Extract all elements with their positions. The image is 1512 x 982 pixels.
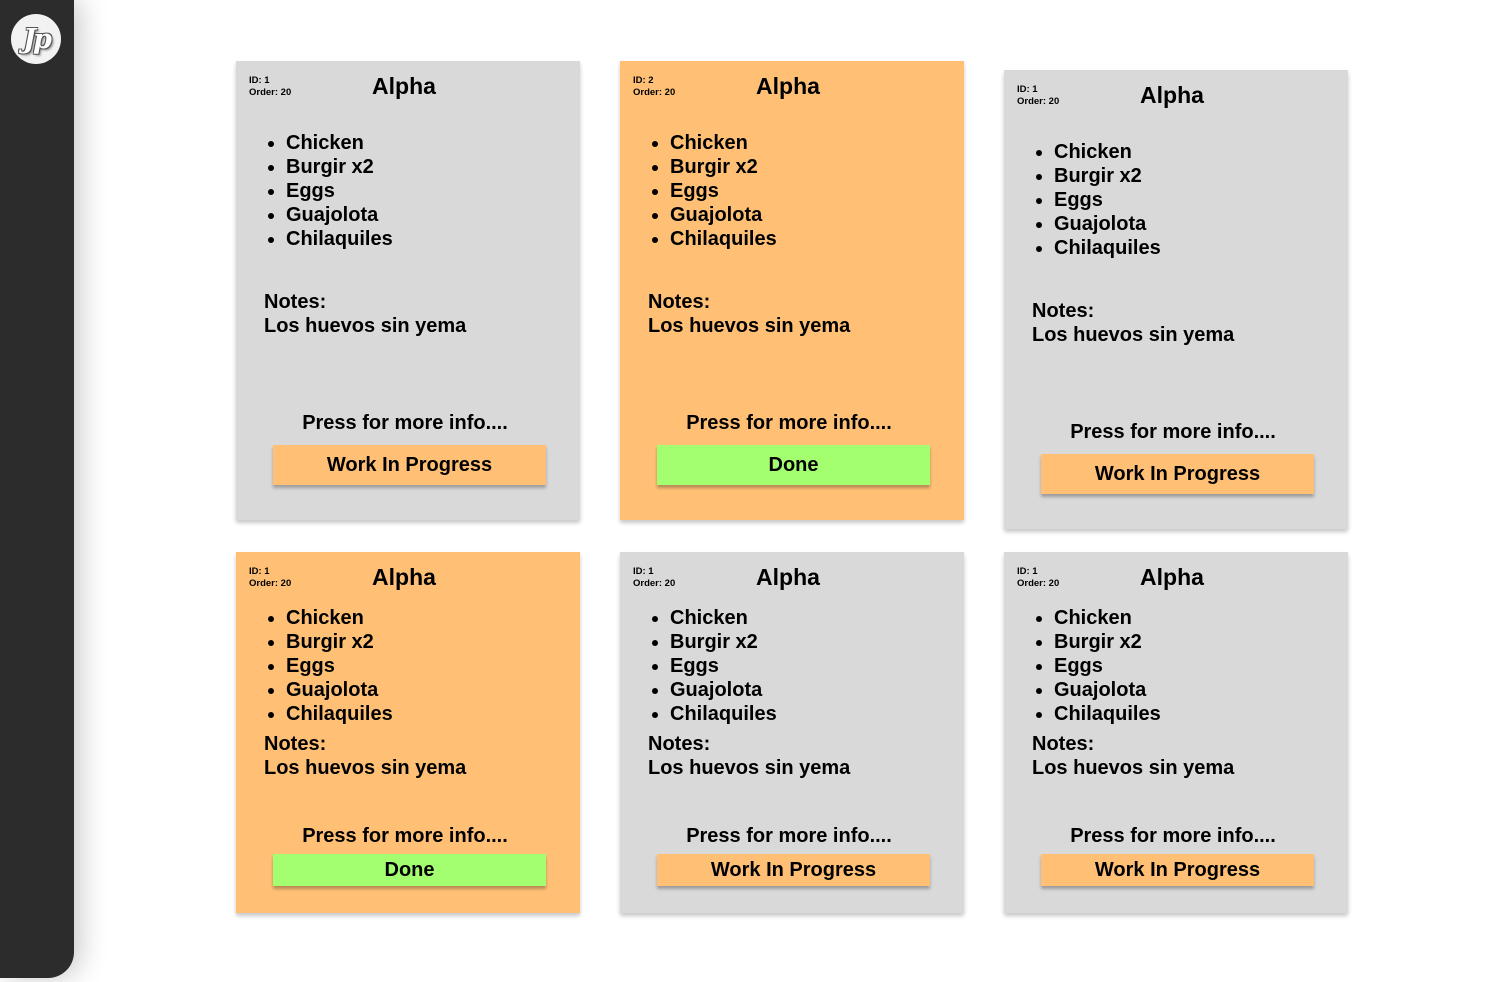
list-item: Chilaquiles [670, 227, 777, 251]
notes-section: Notes: Los huevos sin yema [648, 732, 850, 780]
more-info-link[interactable]: Press for more info.... [236, 825, 574, 848]
list-item: Burgir x2 [286, 630, 393, 654]
notes-label: Notes: [264, 733, 327, 755]
list-item: Chilaquiles [1054, 702, 1161, 726]
order-card[interactable]: ID: 1 Order: 20 Alpha Chicken Burgir x2 … [1004, 552, 1348, 913]
list-item: Eggs [670, 179, 777, 203]
list-item: Chilaquiles [1054, 236, 1161, 260]
notes-section: Notes: Los huevos sin yema [1032, 732, 1234, 780]
status-button[interactable]: Done [657, 445, 930, 485]
notes-text: Los huevos sin yema [1032, 324, 1235, 346]
notes-text: Los huevos sin yema [1032, 757, 1235, 779]
order-items-list: Chicken Burgir x2 Eggs Guajolota Chilaqu… [264, 606, 393, 726]
list-item: Chicken [1054, 140, 1161, 164]
list-item: Guajolota [286, 678, 393, 702]
list-item: Chilaquiles [670, 702, 777, 726]
status-button[interactable]: Work In Progress [657, 854, 930, 886]
list-item: Burgir x2 [670, 155, 777, 179]
list-item: Chilaquiles [286, 702, 393, 726]
order-card[interactable]: ID: 1 Order: 20 Alpha Chicken Burgir x2 … [1004, 70, 1348, 529]
status-button[interactable]: Done [273, 854, 546, 886]
list-item: Eggs [1054, 188, 1161, 212]
order-card[interactable]: ID: 1 Order: 20 Alpha Chicken Burgir x2 … [236, 552, 580, 913]
list-item: Eggs [1054, 654, 1161, 678]
notes-label: Notes: [648, 291, 711, 313]
status-button[interactable]: Work In Progress [1041, 454, 1314, 494]
notes-section: Notes: Los huevos sin yema [264, 290, 466, 338]
more-info-link[interactable]: Press for more info.... [1004, 421, 1342, 444]
order-items-list: Chicken Burgir x2 Eggs Guajolota Chilaqu… [648, 131, 777, 251]
notes-text: Los huevos sin yema [648, 757, 851, 779]
order-items-list: Chicken Burgir x2 Eggs Guajolota Chilaqu… [1032, 606, 1161, 726]
list-item: Chilaquiles [286, 227, 393, 251]
more-info-link[interactable]: Press for more info.... [620, 825, 958, 848]
list-item: Eggs [670, 654, 777, 678]
order-card[interactable]: ID: 1 Order: 20 Alpha Chicken Burgir x2 … [236, 61, 580, 520]
notes-section: Notes: Los huevos sin yema [1032, 299, 1234, 347]
notes-text: Los huevos sin yema [264, 757, 467, 779]
notes-label: Notes: [1032, 300, 1095, 322]
more-info-link[interactable]: Press for more info.... [620, 412, 958, 435]
notes-label: Notes: [1032, 733, 1095, 755]
more-info-link[interactable]: Press for more info.... [1004, 825, 1342, 848]
list-item: Eggs [286, 654, 393, 678]
list-item: Eggs [286, 179, 393, 203]
list-item: Burgir x2 [670, 630, 777, 654]
list-item: Burgir x2 [1054, 630, 1161, 654]
order-items-list: Chicken Burgir x2 Eggs Guajolota Chilaqu… [1032, 140, 1161, 260]
card-title: Alpha [756, 564, 820, 590]
notes-label: Notes: [264, 291, 327, 313]
sidebar: Jp [0, 0, 74, 978]
order-card[interactable]: ID: 2 Order: 20 Alpha Chicken Burgir x2 … [620, 61, 964, 520]
notes-section: Notes: Los huevos sin yema [648, 290, 850, 338]
notes-section: Notes: Los huevos sin yema [264, 732, 466, 780]
notes-text: Los huevos sin yema [648, 315, 851, 337]
more-info-link[interactable]: Press for more info.... [236, 412, 574, 435]
list-item: Burgir x2 [286, 155, 393, 179]
list-item: Guajolota [670, 203, 777, 227]
card-title: Alpha [1140, 564, 1204, 590]
status-button[interactable]: Work In Progress [273, 445, 546, 485]
card-title: Alpha [756, 73, 820, 99]
card-title: Alpha [372, 564, 436, 590]
list-item: Chicken [670, 131, 777, 155]
list-item: Chicken [286, 131, 393, 155]
list-item: Guajolota [1054, 212, 1161, 236]
list-item: Guajolota [670, 678, 777, 702]
list-item: Chicken [670, 606, 777, 630]
list-item: Guajolota [1054, 678, 1161, 702]
card-title: Alpha [1140, 82, 1204, 108]
app-logo[interactable]: Jp [11, 14, 61, 64]
card-title: Alpha [372, 73, 436, 99]
order-items-list: Chicken Burgir x2 Eggs Guajolota Chilaqu… [648, 606, 777, 726]
list-item: Guajolota [286, 203, 393, 227]
list-item: Burgir x2 [1054, 164, 1161, 188]
status-button[interactable]: Work In Progress [1041, 854, 1314, 886]
notes-label: Notes: [648, 733, 711, 755]
order-card[interactable]: ID: 1 Order: 20 Alpha Chicken Burgir x2 … [620, 552, 964, 913]
list-item: Chicken [1054, 606, 1161, 630]
list-item: Chicken [286, 606, 393, 630]
order-items-list: Chicken Burgir x2 Eggs Guajolota Chilaqu… [264, 131, 393, 251]
notes-text: Los huevos sin yema [264, 315, 467, 337]
